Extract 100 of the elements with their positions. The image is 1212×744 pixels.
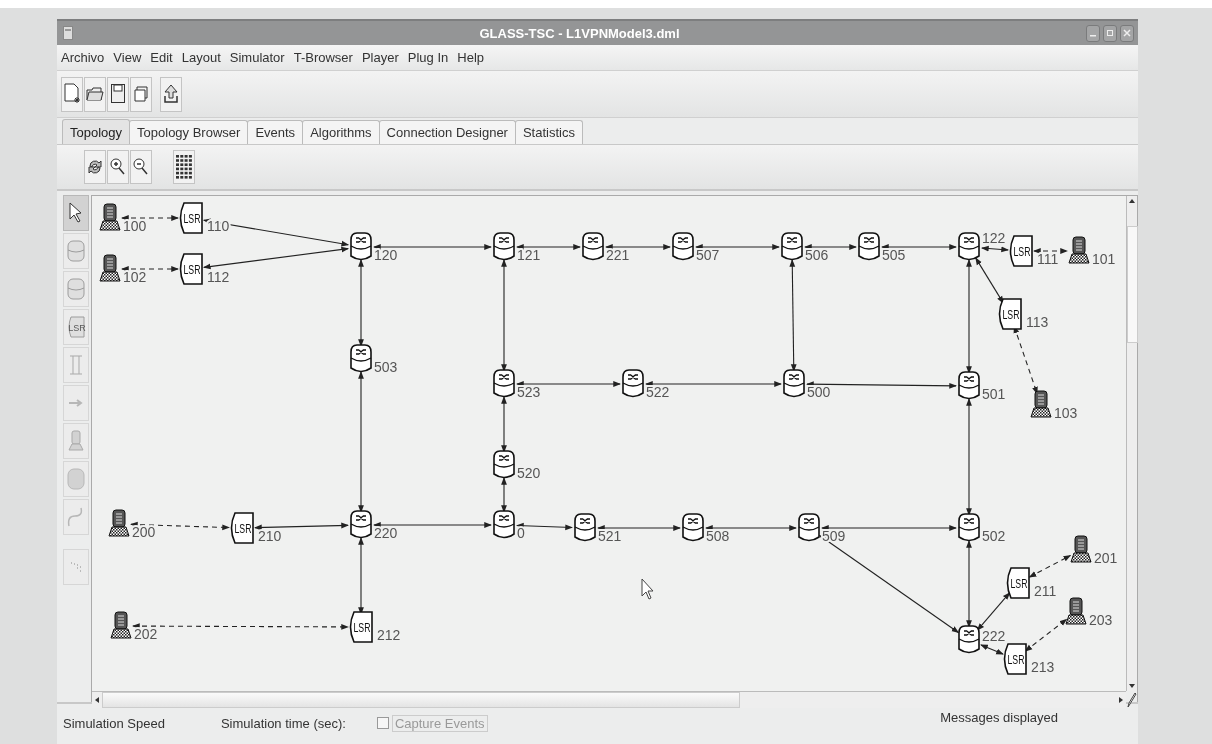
router-icon[interactable] — [858, 232, 880, 261]
node-label: 502 — [982, 528, 1006, 544]
router-icon[interactable] — [682, 513, 704, 542]
computer-icon[interactable] — [99, 203, 121, 231]
router-icon[interactable] — [350, 510, 372, 539]
tab[interactable]: Statistics — [514, 120, 583, 144]
router-icon[interactable] — [350, 232, 372, 261]
node-label: 508 — [706, 528, 730, 544]
router-icon[interactable] — [493, 232, 515, 261]
scrollbar-thumb[interactable] — [1126, 226, 1138, 343]
computer-icon[interactable] — [110, 611, 132, 639]
node-label: 501 — [982, 386, 1006, 402]
link-line — [501, 477, 507, 513]
computer-icon[interactable] — [1065, 597, 1087, 625]
horizontal-scrollbar[interactable] — [92, 691, 1126, 708]
node-label: 103 — [1054, 405, 1078, 421]
router-icon[interactable] — [958, 232, 980, 261]
router-icon[interactable] — [350, 344, 372, 373]
upload-button[interactable] — [160, 76, 182, 112]
menu-item[interactable]: Edit — [150, 50, 173, 65]
save-button[interactable] — [107, 76, 129, 112]
select-tool-button[interactable] — [63, 195, 89, 231]
maximize-icon — [1106, 29, 1114, 37]
tab[interactable]: Topology Browser — [129, 120, 249, 144]
link-line — [605, 244, 671, 250]
router-icon[interactable] — [958, 625, 980, 654]
link-line — [981, 245, 1009, 253]
link-line — [975, 257, 1004, 304]
node-label: 200 — [132, 524, 156, 540]
grid-layout-button[interactable] — [173, 150, 195, 184]
scrollbar-thumb[interactable] — [102, 692, 740, 708]
router-icon[interactable] — [622, 369, 644, 398]
menu-item[interactable]: T-Browser — [293, 50, 353, 65]
new-file-button[interactable] — [61, 76, 83, 112]
node-label: 505 — [882, 247, 906, 263]
node-label: 112 — [207, 269, 230, 285]
tab[interactable]: Connection Designer — [378, 120, 516, 144]
link-line — [501, 396, 507, 453]
router-icon[interactable] — [493, 510, 515, 539]
computer-icon[interactable] — [1070, 535, 1092, 563]
zoom-in-button[interactable] — [107, 150, 129, 184]
host-tool-icon — [65, 428, 87, 454]
router-icon[interactable] — [781, 232, 803, 261]
node-label: 522 — [646, 384, 670, 400]
computer-icon[interactable] — [99, 254, 121, 282]
node-label: 213 — [1031, 659, 1055, 675]
upload-icon — [163, 83, 179, 105]
window-icon — [133, 85, 149, 103]
node-label: 113 — [1026, 314, 1049, 330]
router-icon[interactable] — [783, 369, 805, 398]
computer-icon[interactable] — [108, 509, 130, 537]
zoom-out-button[interactable] — [130, 150, 152, 184]
menu-item[interactable]: View — [113, 50, 142, 65]
node-label: 521 — [598, 528, 622, 544]
vertical-scrollbar[interactable] — [1126, 196, 1137, 691]
computer-icon[interactable] — [1068, 236, 1090, 264]
node-label: 509 — [822, 528, 846, 544]
menu-item[interactable]: Help — [457, 50, 484, 65]
maximize-button[interactable] — [1103, 24, 1117, 42]
node-label: 500 — [807, 384, 831, 400]
router-icon[interactable] — [958, 513, 980, 542]
node-label: 111 — [1037, 251, 1059, 267]
node-label: 101 — [1092, 251, 1116, 267]
router-tool-icon — [65, 238, 87, 264]
tab[interactable]: Events — [247, 120, 304, 144]
menu-item[interactable]: Player — [361, 50, 399, 65]
minimize-button[interactable] — [1086, 24, 1100, 42]
computer-icon[interactable] — [1030, 390, 1052, 418]
router-icon[interactable] — [493, 369, 515, 398]
simulation-speed-label: Simulation Speed — [63, 715, 165, 731]
router-icon[interactable] — [493, 450, 515, 479]
refresh-button[interactable] — [84, 150, 106, 184]
tab[interactable]: Topology — [62, 119, 131, 144]
close-button[interactable] — [1120, 24, 1134, 42]
menu-item[interactable]: Plug In — [407, 50, 449, 65]
menu-item[interactable]: Layout — [181, 50, 221, 65]
link-line — [980, 644, 1004, 655]
refresh-icon — [87, 158, 103, 176]
node-label: 210 — [258, 528, 282, 544]
grid-icon — [175, 154, 193, 180]
node-label: 520 — [517, 465, 541, 481]
router-tool-icon — [65, 276, 87, 302]
node-label: 506 — [805, 247, 829, 263]
window-icon — [63, 26, 73, 40]
router-icon[interactable] — [672, 232, 694, 261]
node-label: 212 — [377, 627, 401, 643]
router-icon[interactable] — [574, 513, 596, 542]
menu-item[interactable]: Simulator — [229, 50, 285, 65]
router-icon[interactable] — [958, 371, 980, 400]
node-label: 110 — [207, 218, 230, 234]
node-label: 220 — [374, 525, 398, 541]
open-button[interactable] — [84, 76, 106, 112]
router-icon[interactable] — [582, 232, 604, 261]
tab[interactable]: Algorithms — [302, 120, 380, 144]
router-icon[interactable] — [798, 513, 820, 542]
menu-item[interactable]: Archivo — [61, 50, 105, 65]
node-label: 222 — [982, 628, 1006, 644]
node-label: 203 — [1089, 612, 1113, 628]
node-label: 507 — [696, 247, 720, 263]
node-label: 201 — [1094, 550, 1118, 566]
